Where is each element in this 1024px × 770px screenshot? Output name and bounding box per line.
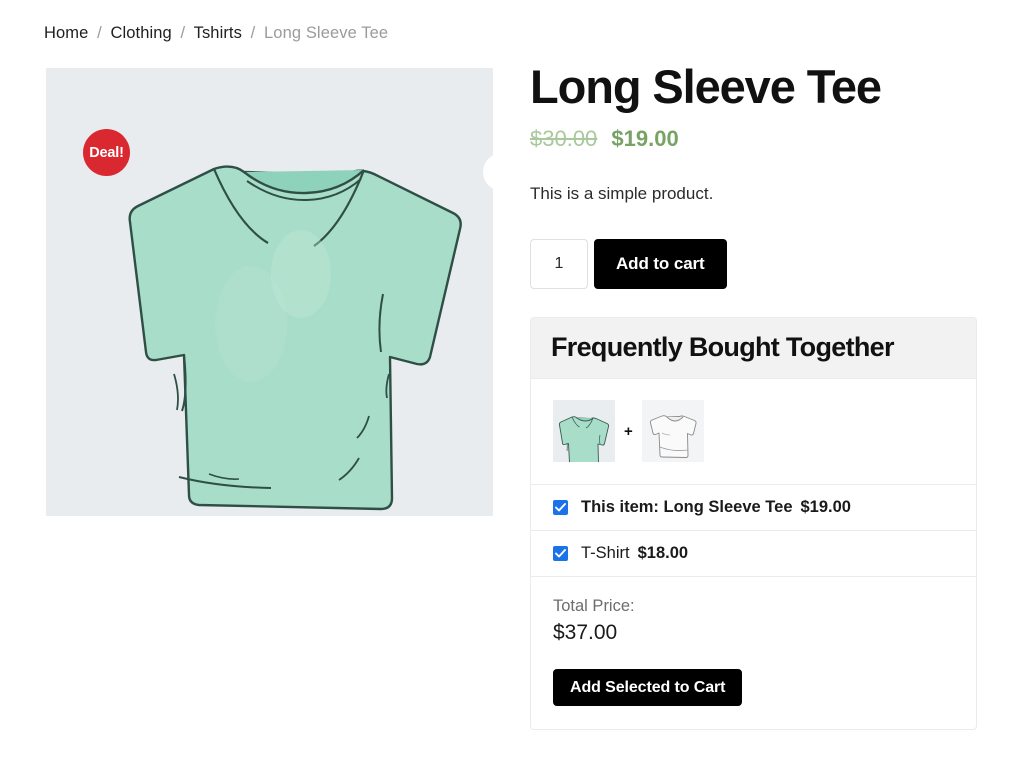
search-icon xyxy=(493,163,494,182)
breadcrumb-separator: / xyxy=(180,24,186,42)
add-to-cart-form: Add to cart xyxy=(530,239,980,290)
check-icon xyxy=(555,549,566,558)
total-price-label: Total Price: xyxy=(553,597,635,615)
breadcrumb: Home / Clothing / Tshirts / Long Sleeve … xyxy=(44,23,388,43)
frequently-bought-together-card: Frequently Bought Together + This item: … xyxy=(530,317,977,730)
t-shirt-thumbnail-icon xyxy=(641,400,704,462)
breadcrumb-item-home[interactable]: Home xyxy=(44,24,88,42)
fbt-item-label: T-Shirt xyxy=(581,544,630,562)
fbt-thumbnail-row: + xyxy=(531,379,976,485)
fbt-item-label: This item: Long Sleeve Tee xyxy=(581,498,793,516)
total-price-value: $37.00 xyxy=(553,621,618,644)
product-page: Home / Clothing / Tshirts / Long Sleeve … xyxy=(0,0,1024,770)
product-gallery[interactable]: Deal! xyxy=(46,68,493,516)
fbt-total-section: Total Price: $37.00 Add Selected to Cart xyxy=(531,577,976,729)
product-summary: Long Sleeve Tee $30.00 $19.00 This is a … xyxy=(530,60,980,290)
deal-badge: Deal! xyxy=(83,129,130,176)
fbt-item-row[interactable]: T-Shirt $18.00 xyxy=(531,531,976,577)
fbt-thumbnail-t-shirt[interactable] xyxy=(641,400,704,462)
breadcrumb-separator: / xyxy=(97,24,102,42)
plus-separator: + xyxy=(624,422,633,440)
check-icon xyxy=(555,503,566,512)
breadcrumb-item-tshirts[interactable]: Tshirts xyxy=(194,24,242,42)
breadcrumb-item-clothing[interactable]: Clothing xyxy=(110,24,171,42)
breadcrumb-item-current: Long Sleeve Tee xyxy=(264,24,389,42)
fbt-title: Frequently Bought Together xyxy=(551,332,894,362)
fbt-item-row[interactable]: This item: Long Sleeve Tee $19.00 xyxy=(531,485,976,531)
add-selected-to-cart-button[interactable]: Add Selected to Cart xyxy=(553,669,743,706)
fbt-item-price: $19.00 xyxy=(800,498,851,516)
long-sleeve-tee-thumbnail-icon xyxy=(553,400,615,462)
fbt-item-checkbox[interactable] xyxy=(553,546,568,561)
price-sale: $19.00 xyxy=(611,125,679,151)
add-to-cart-button[interactable]: Add to cart xyxy=(594,239,727,290)
page-title: Long Sleeve Tee xyxy=(530,60,882,113)
price-original: $30.00 xyxy=(530,125,598,151)
breadcrumb-separator: / xyxy=(250,24,256,42)
fbt-header: Frequently Bought Together xyxy=(531,318,976,379)
quantity-input[interactable] xyxy=(530,239,588,290)
product-description: This is a simple product. xyxy=(530,183,714,203)
fbt-item-checkbox[interactable] xyxy=(553,500,568,515)
price-row: $30.00 $19.00 xyxy=(530,126,980,152)
fbt-item-price: $18.00 xyxy=(637,544,689,562)
fbt-thumbnail-long-sleeve-tee[interactable] xyxy=(553,400,615,462)
